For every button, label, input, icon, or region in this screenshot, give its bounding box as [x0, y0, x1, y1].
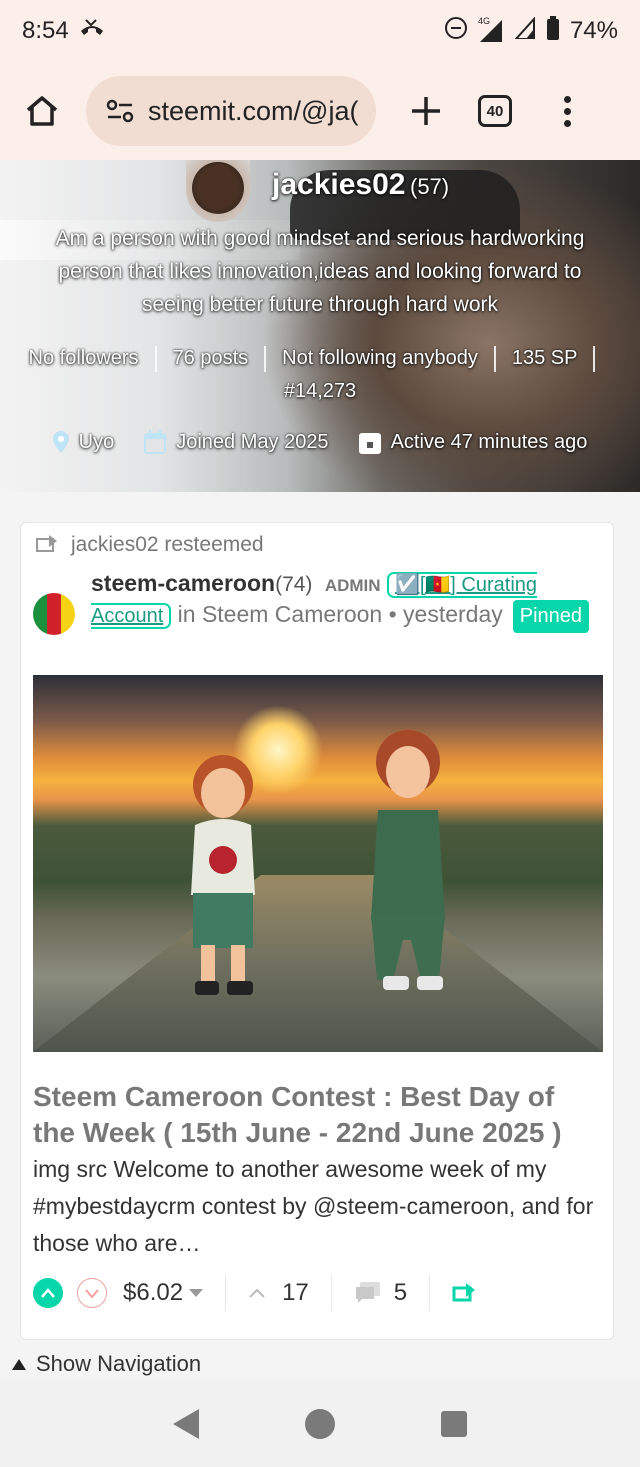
triangle-up-icon: [12, 1358, 26, 1370]
admin-tag: ADMIN: [324, 576, 381, 595]
home-circle-icon[interactable]: [305, 1409, 335, 1439]
resteem-text: jackies02 resteemed: [71, 533, 264, 556]
comment-count: 5: [393, 1279, 408, 1306]
status-bar: 8:54 4G 74%: [0, 0, 640, 62]
comments-icon: [355, 1282, 380, 1303]
calendar-icon: [358, 433, 381, 454]
post-actions: $6.02 17 5: [33, 1273, 603, 1313]
profile-avatar[interactable]: [186, 160, 250, 222]
divider: [154, 345, 157, 372]
signal-icon: [513, 15, 536, 46]
dnd-icon: [444, 16, 468, 47]
url-text: steemit.com/@ja(: [148, 95, 359, 126]
comments-button[interactable]: 5: [354, 1279, 407, 1307]
profile-info: jackies02 (57) Am a person with good min…: [0, 160, 640, 492]
profile-about: Am a person with good mindset and seriou…: [55, 227, 585, 316]
system-navigation-bar: [0, 1381, 640, 1467]
image-part: [371, 730, 445, 990]
pinned-badge: Pinned: [512, 600, 590, 633]
location: Uyo: [52, 430, 115, 454]
vote-count: 17: [282, 1279, 309, 1306]
show-navigation-label: Show Navigation: [36, 1351, 202, 1376]
resteem-icon: [36, 535, 57, 552]
voters-button[interactable]: 17: [248, 1279, 309, 1307]
flag-stripe: [61, 593, 75, 635]
post-time[interactable]: yesterday: [403, 601, 503, 627]
image-part: [191, 755, 255, 995]
menu-dot: [563, 107, 571, 115]
divider: [225, 1275, 227, 1311]
menu-dot: [563, 95, 571, 103]
divider: [429, 1275, 431, 1311]
following-link[interactable]: Not following anybody: [282, 347, 478, 369]
last-active: Active 47 minutes ago: [358, 430, 588, 454]
profile-reputation: (57): [410, 174, 450, 199]
recent-apps-icon[interactable]: [441, 1411, 467, 1437]
address-bar[interactable]: steemit.com/@ja(: [86, 76, 376, 146]
profile-header: jackies02 (57) Am a person with good min…: [0, 160, 640, 492]
post-summary[interactable]: img src Welcome to another awesome week …: [33, 1151, 603, 1262]
divider: [330, 1275, 332, 1311]
home-button[interactable]: [18, 87, 66, 135]
browser-toolbar: steemit.com/@ja( 40: [0, 62, 640, 160]
calendar-icon: [144, 430, 167, 454]
payout-amount[interactable]: $6.02: [123, 1279, 183, 1307]
avatar-face: [200, 164, 236, 210]
active-text: Active 47 minutes ago: [390, 430, 588, 453]
battery-percent: 74%: [569, 17, 618, 44]
new-tab-button[interactable]: [406, 91, 446, 131]
home-icon: [26, 96, 58, 126]
divider: [493, 345, 496, 372]
downvote-button[interactable]: [77, 1278, 107, 1308]
signal-4g-icon: 4G: [478, 16, 504, 42]
resteem-icon[interactable]: [452, 1282, 478, 1304]
back-icon[interactable]: [173, 1409, 199, 1439]
flag-stripe: [47, 593, 61, 635]
plus-icon: [412, 97, 440, 125]
menu-dot: [563, 119, 571, 127]
site-settings-icon[interactable]: [106, 99, 134, 123]
post-header: steem-cameroon(74) ADMIN ☑️[🇨🇲] Curating…: [91, 569, 591, 633]
divider: [264, 345, 267, 372]
location-pin-icon: [52, 431, 69, 453]
status-time: 8:54: [22, 17, 69, 44]
tab-switcher-button[interactable]: 40: [478, 95, 512, 127]
posts-link[interactable]: 76 posts: [173, 347, 249, 369]
upvote-button[interactable]: [33, 1278, 63, 1308]
missed-call-icon: [79, 17, 105, 46]
image-part: [33, 875, 603, 1052]
post-card: jackies02 resteemed steem-cameroon(74) A…: [20, 522, 614, 1340]
profile-username: jackies02: [272, 168, 406, 201]
battery-icon: [546, 15, 560, 47]
post-thumbnail[interactable]: [33, 675, 603, 1052]
rank: #14,273: [283, 380, 357, 402]
browser-menu-button[interactable]: [562, 95, 572, 127]
flag-stripe: [33, 593, 47, 635]
show-navigation-toggle[interactable]: Show Navigation: [0, 1345, 640, 1383]
author-avatar[interactable]: [33, 593, 75, 635]
author-reputation: (74): [275, 573, 313, 596]
steem-power: 135 SP: [511, 347, 578, 369]
chevron-down-icon: [85, 1289, 99, 1299]
resteem-line: jackies02 resteemed: [35, 533, 264, 557]
divider: [593, 345, 596, 372]
post-title[interactable]: Steem Cameroon Contest : Best Day of the…: [33, 1079, 603, 1151]
chevron-up-icon: [249, 1288, 265, 1298]
community-link[interactable]: in Steem Cameroon: [178, 601, 383, 627]
profile-stats: No followers 76 posts Not following anybod…: [20, 342, 620, 408]
profile-meta: Uyo Joined May 2025 Active 47 minutes ag…: [0, 430, 640, 454]
followers-link[interactable]: No followers: [29, 347, 139, 369]
joined-text: Joined May 2025: [176, 430, 329, 453]
author-link[interactable]: steem-cameroon: [91, 570, 275, 596]
location-text: Uyo: [78, 430, 115, 453]
chevron-up-icon: [41, 1288, 55, 1298]
joined: Joined May 2025: [144, 430, 329, 454]
payout-dropdown-icon[interactable]: [189, 1289, 204, 1297]
